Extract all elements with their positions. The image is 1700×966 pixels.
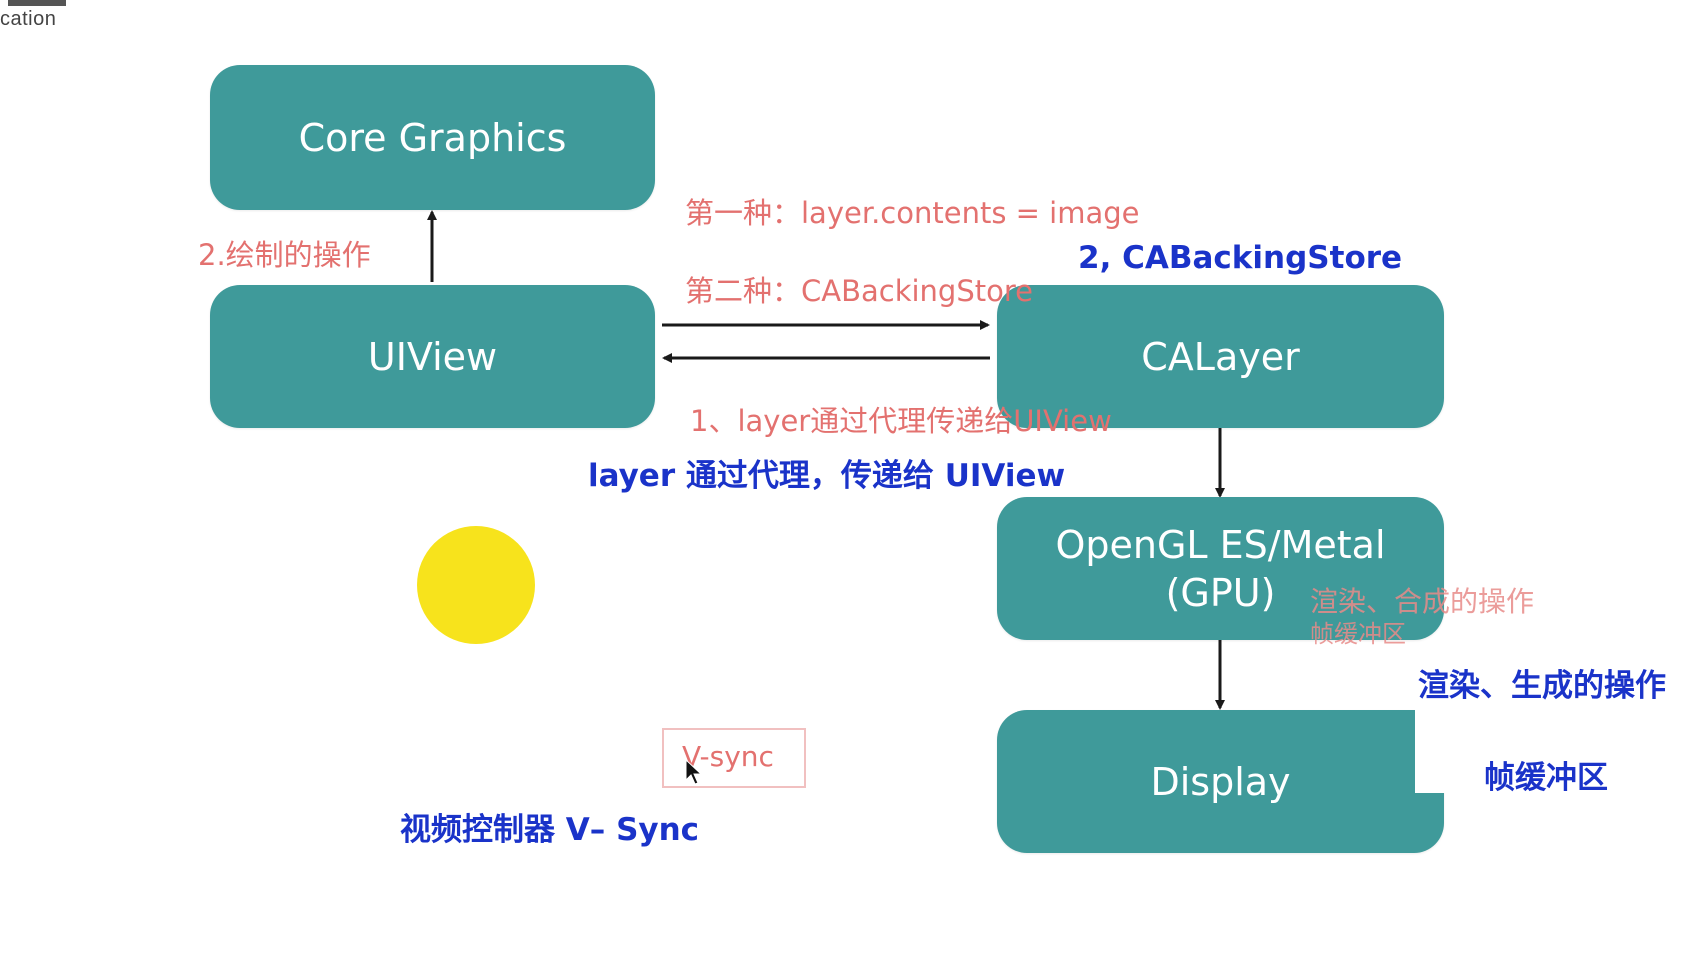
calayer-label: CALayer — [1141, 334, 1300, 379]
uiview-box: UIView — [210, 285, 655, 428]
method-one-label: 第一种：layer.contents = image — [685, 196, 1140, 230]
cabackingstore-annotation: 2, CABackingStore — [1078, 240, 1403, 276]
delegate-red-label: 1、layer通过代理传递给UIView — [690, 404, 1112, 438]
method-two-label: 第二种：CABackingStore — [685, 274, 1033, 308]
delegate-annotation: layer 通过代理，传递给 UIView — [588, 458, 1066, 494]
framebuffer-red-label: 帧缓冲区 — [1310, 620, 1406, 648]
cursor-highlight-circle — [417, 526, 535, 644]
uiview-label: UIView — [367, 334, 498, 379]
draw-operation-label: 2.绘制的操作 — [198, 238, 371, 272]
core-graphics-label: Core Graphics — [298, 115, 567, 160]
vsync-controller-annotation: 视频控制器 V– Sync — [400, 812, 700, 848]
display-label: Display — [1150, 759, 1291, 804]
core-graphics-box: Core Graphics — [210, 65, 655, 210]
mouse-pointer-icon — [685, 758, 703, 785]
render-annotation: 渲染、生成的操作 — [1418, 668, 1666, 704]
framebuffer-annotation: 帧缓冲区 — [1484, 760, 1608, 796]
display-box: Display — [997, 710, 1444, 853]
